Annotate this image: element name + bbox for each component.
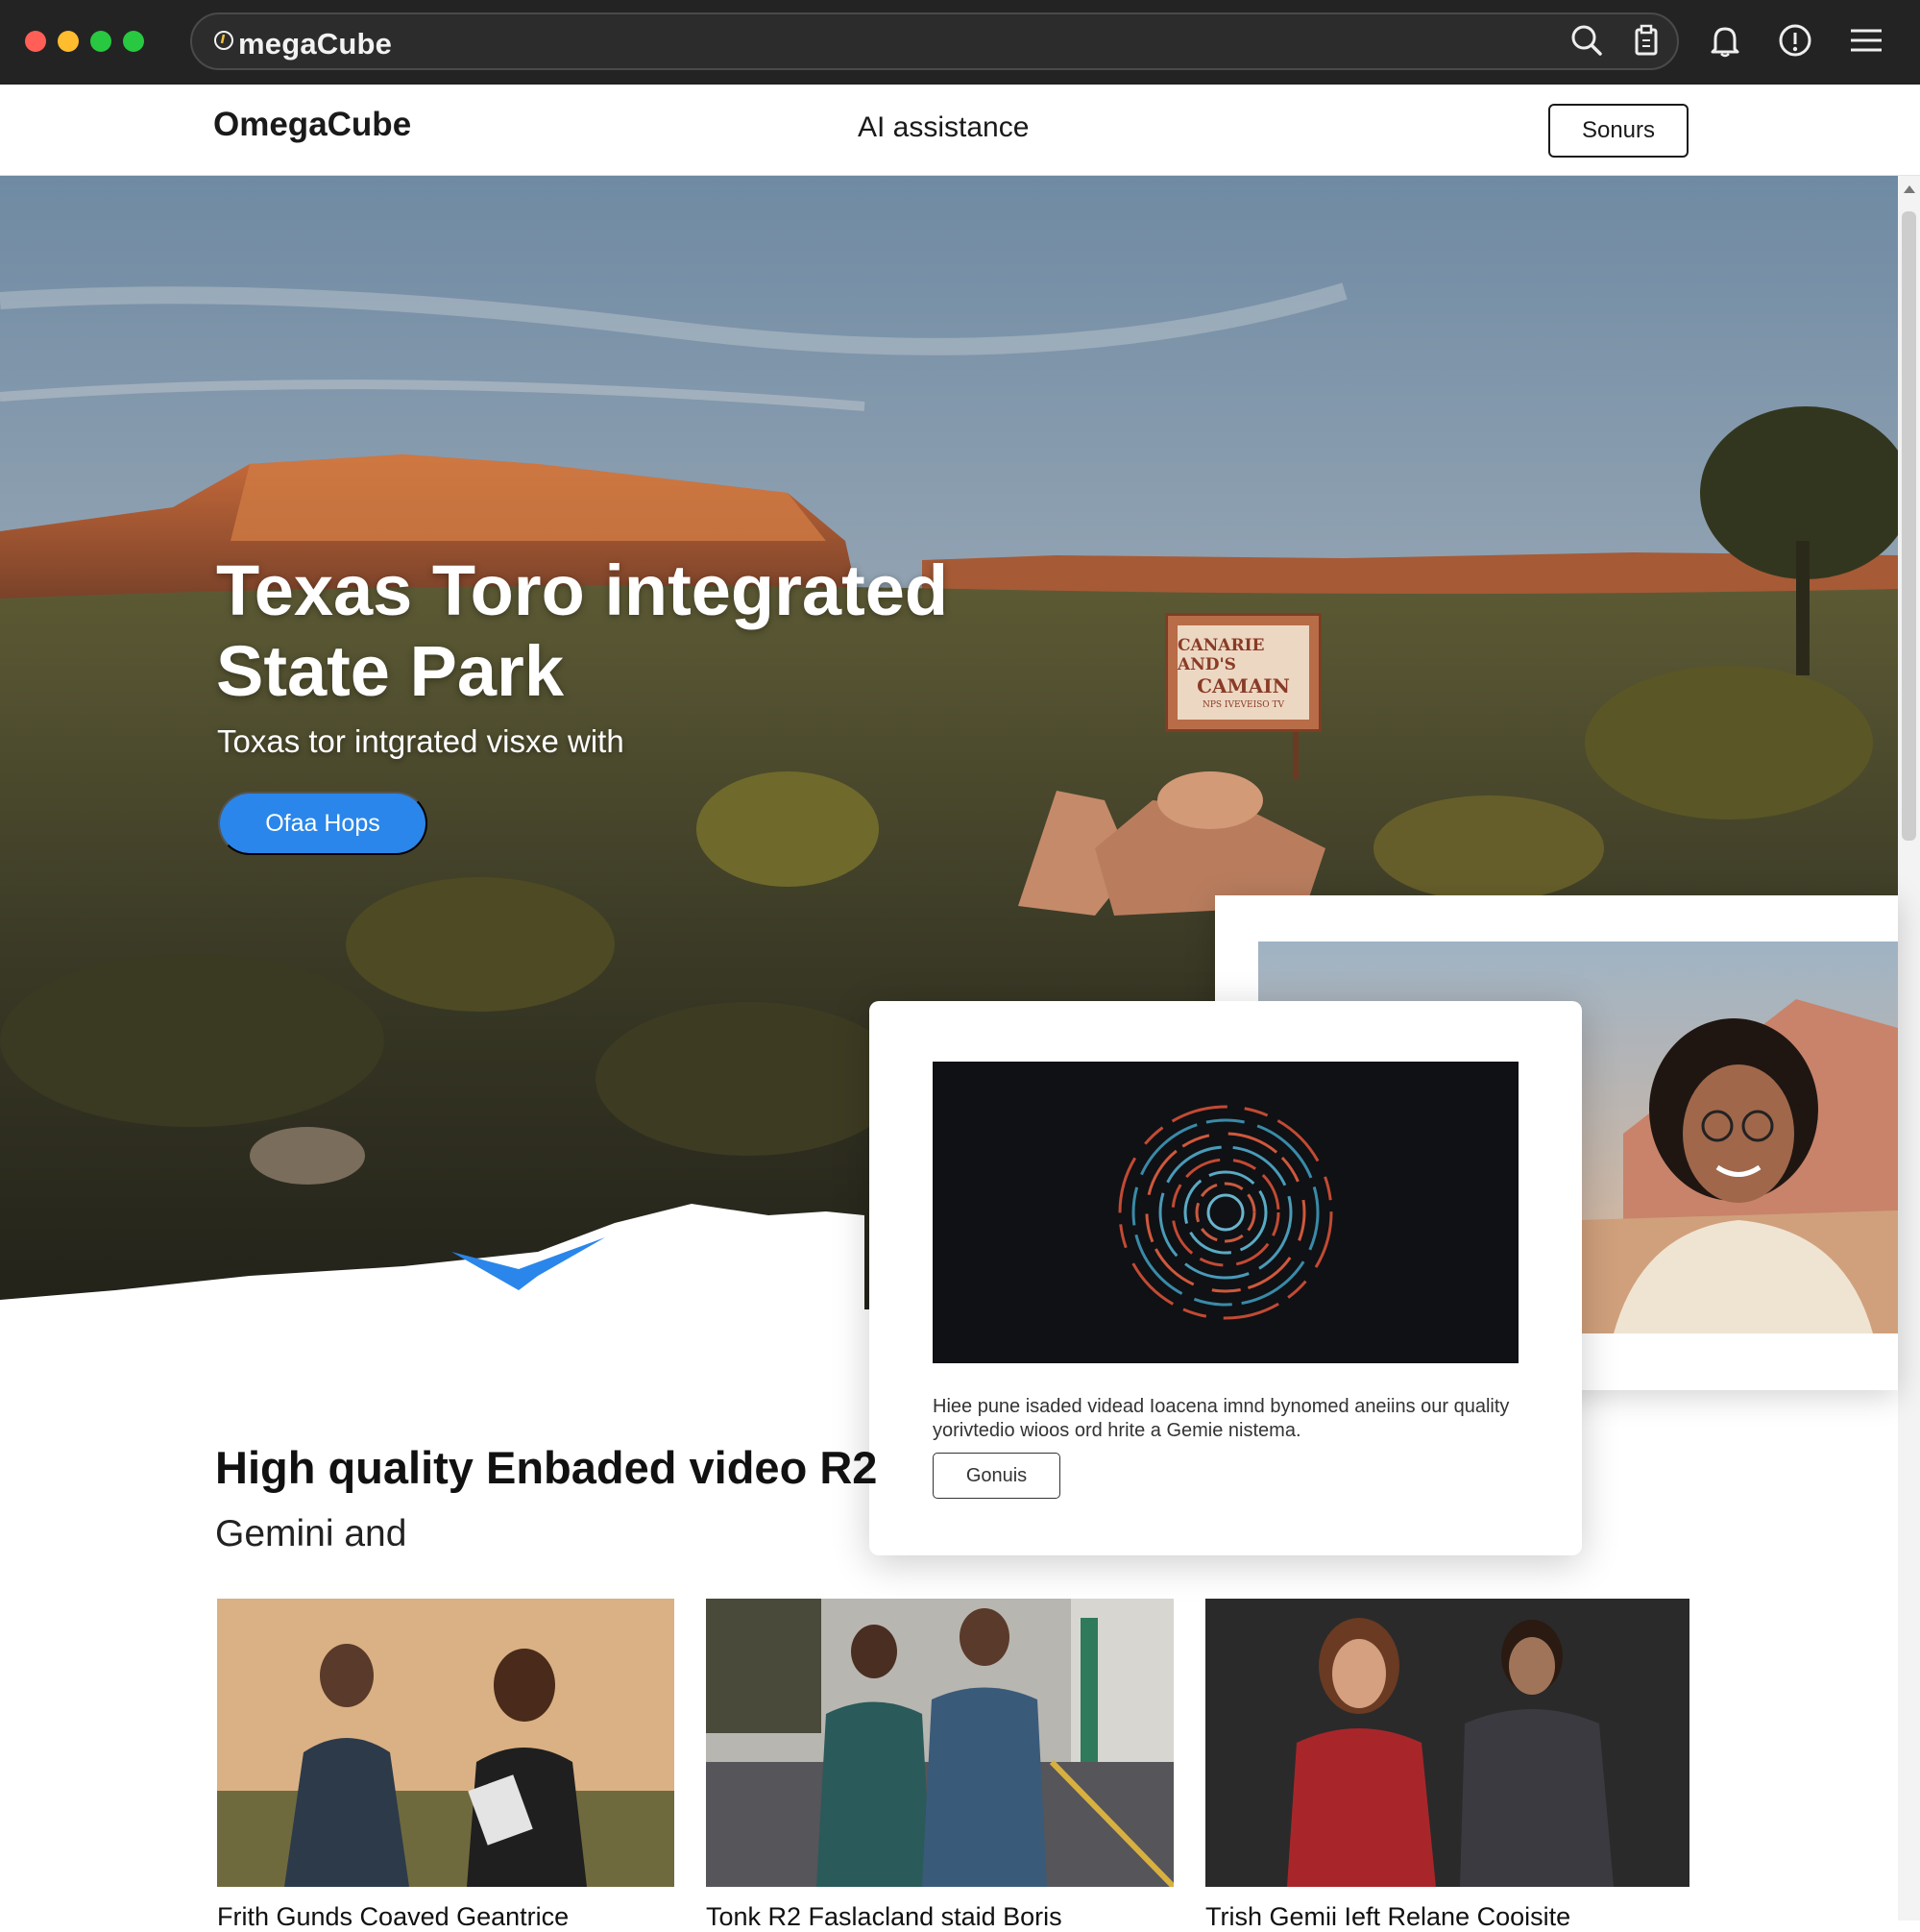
address-bar[interactable]: megaCube bbox=[190, 12, 1679, 70]
gallery-item-1[interactable] bbox=[217, 1599, 674, 1887]
video-player[interactable] bbox=[933, 1062, 1519, 1363]
gallery-caption-3[interactable]: Trish Gemii Ieft Relane Cooisite bbox=[1205, 1902, 1689, 1932]
nav-button[interactable]: Sonurs bbox=[1548, 104, 1689, 158]
park-sign-line-3: NPS IVEVEISO TV bbox=[1202, 699, 1285, 710]
browser-chrome: megaCube bbox=[0, 0, 1920, 85]
gallery-item-2[interactable] bbox=[706, 1599, 1174, 1887]
video-card: Hiee pune isaded videad Ioacena imnd byn… bbox=[869, 1001, 1582, 1555]
window-close-button[interactable] bbox=[25, 31, 46, 52]
window-extra-button[interactable] bbox=[123, 31, 144, 52]
window-maximize-button[interactable] bbox=[90, 31, 111, 52]
park-sign-line-1: CANARIE AND'S bbox=[1178, 635, 1265, 674]
gallery-caption-1[interactable]: Frith Gunds Coaved Geantrice bbox=[217, 1902, 674, 1932]
scrollbar-thumb[interactable] bbox=[1902, 211, 1916, 841]
gallery-item-3[interactable] bbox=[1205, 1599, 1689, 1887]
gallery-image-3 bbox=[1205, 1599, 1689, 1887]
info-icon[interactable] bbox=[1776, 21, 1814, 60]
park-sign-post bbox=[1293, 732, 1299, 780]
bell-icon[interactable] bbox=[1706, 21, 1744, 60]
menu-icon[interactable] bbox=[1846, 21, 1884, 60]
hero-title: Texas Toro integrated State Park bbox=[216, 550, 949, 711]
video-card-button[interactable]: Gonuis bbox=[933, 1453, 1060, 1499]
section-title: High quality Enbaded video R2 bbox=[215, 1442, 878, 1493]
gallery-caption-2[interactable]: Tonk R2 Faslacland staid Boris bbox=[706, 1902, 1174, 1932]
park-sign-line-2: CAMAIN bbox=[1197, 673, 1290, 697]
video-card-description: Hiee pune isaded videad Ioacena imnd byn… bbox=[933, 1396, 1510, 1441]
hero-subtitle: Toxas tor intgrated visxe with bbox=[217, 723, 624, 759]
park-sign: CANARIE AND'S CAMAIN NPS IVEVEISO TV bbox=[1165, 613, 1322, 732]
brand-logo[interactable]: OmegaCube bbox=[213, 106, 411, 144]
site-navigation: OmegaCube AI assistance Sonurs bbox=[0, 85, 1920, 176]
nav-link-ai-assistance[interactable]: AI assistance bbox=[858, 111, 1029, 144]
search-icon[interactable] bbox=[1568, 21, 1606, 60]
window-controls bbox=[25, 31, 144, 52]
gallery-image-1 bbox=[217, 1599, 674, 1887]
window-minimize-button[interactable] bbox=[58, 31, 79, 52]
clipboard-icon[interactable] bbox=[1627, 21, 1665, 60]
section-subtitle: Gemini and bbox=[215, 1513, 407, 1554]
site-logo-icon bbox=[214, 31, 233, 50]
gallery-image-2 bbox=[706, 1599, 1174, 1887]
address-text: megaCube bbox=[238, 27, 393, 61]
scroll-up-arrow-icon[interactable] bbox=[1904, 185, 1915, 193]
hero-cta-button[interactable]: Ofaa Hops bbox=[218, 792, 427, 855]
